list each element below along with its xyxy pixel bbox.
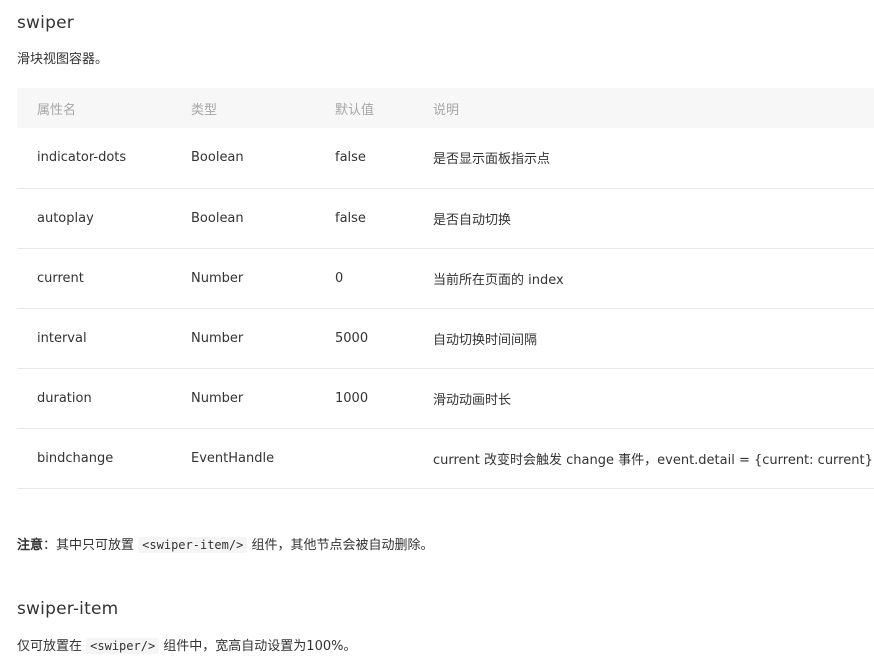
header-name: 属性名 [37,102,77,118]
swiper-item-text-before: 仅可放置在 [17,639,87,654]
cell-description: 滑动动画时长 [433,392,512,408]
cell-name: autoplay [37,210,94,226]
cell-type: Number [191,390,244,406]
swiper-item-description: 仅可放置在 <swiper/> 组件中，宽高自动设置为100%。 [17,636,356,657]
cell-type: Boolean [191,210,244,226]
table-header-row: 属性名 类型 默认值 说明 [17,88,874,128]
cell-name: duration [37,390,92,406]
table-row: current Number 0 当前所在页面的 index [17,248,874,308]
cell-default [315,428,413,488]
note-code-swiper-item: <swiper-item/> [138,537,248,553]
cell-description: 是否自动切换 [433,212,512,228]
note-text-before: 其中只可放置 [56,538,139,553]
cell-name: interval [37,330,87,346]
cell-name: bindchange [37,450,114,466]
cell-name: indicator-dots [37,150,127,166]
table-row: duration Number 1000 滑动动画时长 [17,368,874,428]
cell-default: 0 [335,270,344,286]
cell-name: current [37,270,84,286]
cell-description: current 改变时会触发 change 事件，event.detail = … [433,452,873,468]
cell-default: 1000 [335,390,369,406]
swiper-item-text-after: 组件中，宽高自动设置为100%。 [159,639,357,654]
swiper-properties-table: 属性名 类型 默认值 说明 indicator-dots Boolean fal… [17,88,874,489]
cell-description: 自动切换时间间隔 [433,332,538,348]
note-paragraph: 注意：其中只可放置 <swiper-item/> 组件，其他节点会被自动删除。 [17,535,433,556]
cell-default: 5000 [335,330,369,346]
table-row: interval Number 5000 自动切换时间间隔 [17,308,874,368]
cell-type: Number [191,330,244,346]
cell-default: false [335,150,366,166]
cell-type: EventHandle [191,450,275,466]
table-header: 属性名 类型 默认值 说明 [17,88,874,128]
cell-description: 当前所在页面的 index [433,272,564,288]
swiper-item-title: swiper-item [17,599,119,619]
note-label: 注意 [17,538,44,553]
cell-description: 是否显示面板指示点 [433,152,551,168]
table-row: bindchange EventHandle current 改变时会触发 ch… [17,428,874,488]
note-text-after: 组件，其他节点会被自动删除。 [247,538,434,553]
note-colon: ： [43,538,57,553]
swiper-description: 滑块视图容器。 [17,52,109,67]
header-description: 说明 [433,102,460,118]
table-row: autoplay Boolean false 是否自动切换 [17,188,874,248]
table-body: indicator-dots Boolean false 是否显示面板指示点 a… [17,128,874,488]
table-row: indicator-dots Boolean false 是否显示面板指示点 [17,128,874,188]
header-default: 默认值 [335,102,375,118]
cell-default: false [335,210,366,226]
header-type: 类型 [191,102,218,118]
cell-type: Boolean [191,150,244,166]
swiper-item-code: <swiper/> [86,638,160,654]
cell-type: Number [191,270,244,286]
swiper-title: swiper [17,13,74,33]
